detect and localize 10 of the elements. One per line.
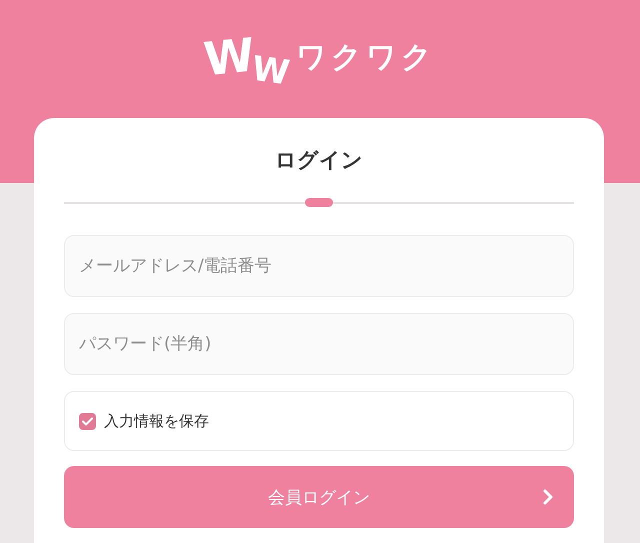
remember-option[interactable]: 入力情報を保存: [64, 391, 574, 451]
divider-accent: [305, 198, 333, 207]
chevron-icon: [542, 488, 554, 506]
checkbox-label: 入力情報を保存: [104, 412, 209, 430]
card-title: ログイン: [274, 147, 364, 174]
password-field[interactable]: パスワード(半角): [64, 313, 574, 375]
email-field[interactable]: メールアドレス/電話番号: [64, 235, 574, 297]
logo-text: ワクワク: [296, 39, 436, 77]
checkbox[interactable]: [79, 412, 96, 430]
check-icon: [82, 416, 93, 426]
